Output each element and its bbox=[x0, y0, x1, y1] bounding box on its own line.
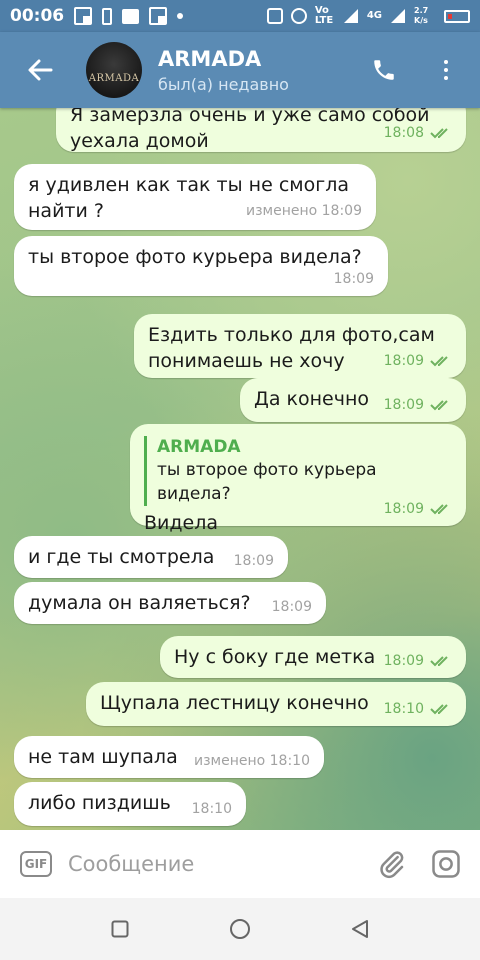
chat-header: ARMADA ARMADA был(а) недавно bbox=[0, 32, 480, 108]
more-notifications-dot-icon bbox=[177, 13, 184, 19]
message-time: 18:09 bbox=[333, 271, 374, 287]
message-time: изменено 18:09 bbox=[246, 203, 362, 219]
phone-notification-icon bbox=[102, 7, 113, 25]
message-text: либо пиздишь bbox=[28, 792, 171, 814]
call-button[interactable] bbox=[364, 50, 404, 90]
message-meta: 18:09 bbox=[234, 548, 274, 574]
message-bubble[interactable]: я удивлен как так ты не смогла найти ? и… bbox=[14, 164, 376, 230]
status-time: 00:06 bbox=[10, 6, 65, 26]
chat-title: ARMADA bbox=[158, 46, 262, 71]
square-icon bbox=[111, 920, 129, 938]
message-input[interactable] bbox=[68, 852, 372, 876]
mute-icon bbox=[266, 8, 283, 24]
message-time: 18:09 bbox=[383, 653, 424, 669]
message-bubble[interactable]: Я замерзла очень и уже само собой уехала… bbox=[56, 108, 466, 152]
camera-icon bbox=[432, 850, 460, 878]
message-meta: 18:09 bbox=[384, 348, 452, 374]
system-back-button[interactable] bbox=[345, 914, 375, 944]
avatar[interactable]: ARMADA bbox=[86, 42, 142, 98]
circle-icon bbox=[230, 919, 250, 939]
chat-info[interactable]: ARMADA был(а) недавно bbox=[158, 47, 364, 94]
message-meta: 18:08 bbox=[384, 120, 452, 146]
more-vertical-icon-dot-2 bbox=[444, 76, 448, 80]
attach-button[interactable] bbox=[372, 844, 412, 884]
message-meta: 18:09 bbox=[384, 496, 452, 522]
message-time: изменено 18:10 bbox=[194, 753, 310, 769]
chat-last-seen: был(а) недавно bbox=[158, 74, 289, 94]
message-bubble[interactable]: Да конечно 18:09 bbox=[240, 378, 466, 422]
phone-icon bbox=[374, 60, 394, 80]
message-meta: 18:09 bbox=[334, 266, 374, 292]
camera-button[interactable] bbox=[426, 844, 466, 884]
double-check-icon bbox=[430, 504, 448, 515]
signal-icon bbox=[343, 9, 358, 23]
status-bar: 00:06 Vo LTE 4G 2.7 K/s bbox=[0, 0, 480, 32]
back-button[interactable] bbox=[20, 50, 60, 90]
system-nav-bar bbox=[0, 898, 480, 960]
volte-indicator: Vo LTE bbox=[314, 5, 334, 26]
message-time: 18:10 bbox=[383, 701, 424, 717]
signal-icon-2 bbox=[391, 9, 405, 23]
double-check-icon bbox=[430, 400, 448, 411]
message-bubble[interactable]: не там шупала изменено 18:10 bbox=[14, 736, 324, 778]
message-meta: 18:09 bbox=[384, 648, 452, 674]
more-menu-button[interactable] bbox=[426, 50, 466, 90]
message-bubble[interactable]: Ну с боку где метка 18:09 bbox=[160, 636, 466, 678]
message-list[interactable]: Я замерзла очень и уже само собой уехала… bbox=[0, 108, 480, 830]
message-text: не там шупала bbox=[28, 746, 178, 768]
message-text: Я замерзла очень и уже само собой уехала… bbox=[70, 108, 430, 152]
message-meta: 18:09 bbox=[272, 594, 312, 620]
more-vertical-icon bbox=[444, 60, 448, 64]
home-button[interactable] bbox=[225, 914, 255, 944]
message-text: Видела bbox=[144, 512, 218, 534]
message-text: Да конечно bbox=[254, 388, 370, 410]
message-bubble[interactable]: ARMADA ты второе фото курьера видела? Ви… bbox=[130, 424, 466, 534]
message-time: 18:10 bbox=[191, 801, 232, 817]
message-text: Щупала лестницу конечно bbox=[100, 692, 369, 714]
message-time: 18:09 bbox=[233, 553, 274, 569]
alarm-icon bbox=[290, 8, 307, 24]
message-text: Ну с боку где метка bbox=[174, 646, 376, 668]
arrow-left-icon bbox=[28, 59, 53, 81]
reply-author: ARMADA bbox=[157, 437, 241, 457]
message-meta: 18:10 bbox=[384, 696, 452, 722]
paperclip-icon bbox=[380, 851, 404, 879]
message-meta: 18:09 bbox=[384, 392, 452, 418]
message-time: 18:09 bbox=[383, 397, 424, 413]
message-bubble[interactable]: ты второе фото курьера видела? 18:09 bbox=[14, 236, 388, 296]
notification-icons bbox=[74, 7, 184, 25]
triangle-back-icon bbox=[352, 920, 368, 938]
system-icons: Vo LTE 4G 2.7 K/s bbox=[266, 5, 470, 26]
message-text: думала он валяеться? bbox=[28, 592, 251, 614]
network-type: 4G bbox=[366, 10, 382, 21]
double-check-icon bbox=[430, 128, 448, 139]
message-time: 18:09 bbox=[383, 501, 424, 517]
double-check-icon bbox=[430, 704, 448, 715]
message-notification-icon bbox=[122, 8, 140, 24]
network-speed: 2.7 K/s bbox=[414, 6, 429, 25]
app-notification-icon-2 bbox=[149, 7, 168, 25]
message-text: и где ты смотрела bbox=[28, 546, 215, 568]
avatar-logo-text: ARMADA bbox=[88, 73, 140, 84]
message-meta: 18:10 bbox=[192, 796, 232, 822]
message-bubble[interactable]: либо пиздишь 18:10 bbox=[14, 782, 246, 826]
message-meta: изменено 18:10 bbox=[194, 748, 310, 774]
message-composer: GIF bbox=[0, 830, 480, 898]
message-bubble[interactable]: Ездить только для фото,сам понимаешь не … bbox=[134, 314, 466, 378]
message-time: 18:09 bbox=[271, 599, 312, 615]
message-meta: изменено 18:09 bbox=[246, 198, 362, 224]
double-check-icon bbox=[430, 656, 448, 667]
message-bubble[interactable]: и где ты смотрела 18:09 bbox=[14, 536, 288, 578]
more-vertical-icon-dot bbox=[444, 68, 448, 72]
gif-button[interactable]: GIF bbox=[20, 851, 52, 877]
double-check-icon bbox=[430, 356, 448, 367]
app-notification-icon bbox=[74, 7, 93, 25]
message-time: 18:09 bbox=[383, 353, 424, 369]
message-bubble[interactable]: думала он валяеться? 18:09 bbox=[14, 582, 326, 624]
message-bubble[interactable]: Щупала лестницу конечно 18:10 bbox=[86, 682, 466, 726]
recents-button[interactable] bbox=[105, 914, 135, 944]
message-text: ты второе фото курьера видела? bbox=[28, 246, 362, 268]
battery-icon bbox=[444, 9, 470, 23]
message-time: 18:08 bbox=[383, 125, 424, 141]
